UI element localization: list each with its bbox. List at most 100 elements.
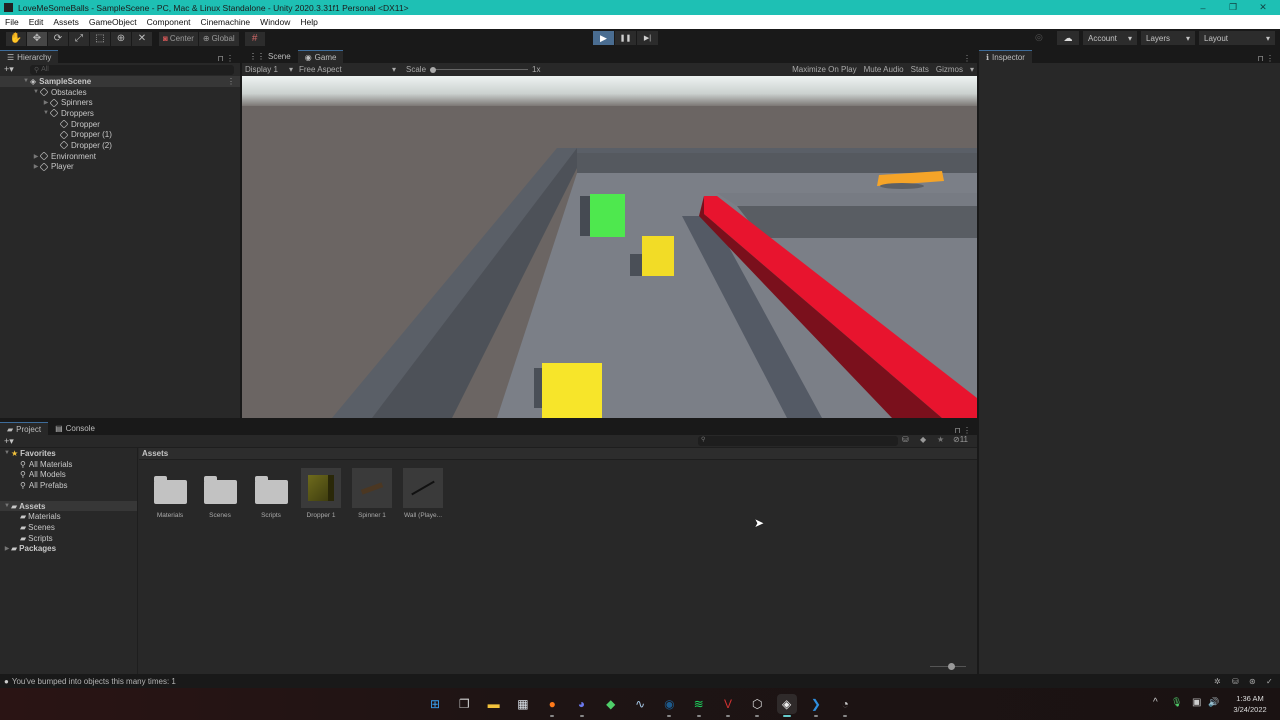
lock-icon[interactable]: ⊓ ⋮ — [955, 426, 971, 435]
hierarchy-item[interactable]: Dropper (2) — [0, 140, 240, 151]
microsoft-store-icon[interactable]: ▦ — [513, 694, 533, 714]
discord-icon[interactable]: ◕ — [572, 694, 592, 717]
microphone-icon[interactable]: 🎙 — [1171, 697, 1182, 708]
scale-tool-icon[interactable]: ⤢ — [69, 31, 89, 46]
hierarchy-search-input[interactable]: ⚲ All — [30, 64, 234, 75]
aspect-dropdown[interactable]: Free Aspect ▾ — [296, 65, 400, 74]
voicemeeter-icon[interactable]: V — [718, 694, 738, 717]
play-button[interactable]: ▶ — [593, 31, 614, 45]
custom-tool-icon[interactable]: ✕ — [132, 31, 152, 46]
folder-row[interactable]: ▰ Scenes — [0, 522, 137, 533]
maximize-button[interactable]: ❐ — [1218, 0, 1248, 15]
stats-toggle[interactable]: Stats — [911, 65, 929, 74]
monitor-app-icon[interactable]: ∿ — [630, 694, 650, 714]
app-green-icon[interactable]: ◆ — [601, 694, 621, 714]
thumbnail-size-slider[interactable] — [930, 663, 966, 670]
maximize-on-play-toggle[interactable]: Maximize On Play — [792, 65, 856, 74]
task-view-icon[interactable]: ❐ — [454, 694, 474, 714]
system-clock[interactable]: 1:36 AM 3/24/2022 — [1226, 693, 1274, 715]
hierarchy-item[interactable]: ▶ Environment — [0, 151, 240, 162]
steam-icon[interactable]: ◉ — [659, 694, 679, 717]
favorite-star-icon[interactable]: ★ — [937, 435, 944, 444]
close-button[interactable]: ✕ — [1248, 0, 1278, 15]
cloud-icon[interactable]: ☁ — [1057, 31, 1079, 45]
breadcrumb-assets[interactable]: Assets — [142, 449, 168, 458]
slider-handle[interactable] — [430, 66, 437, 73]
hierarchy-item[interactable]: ▼ Obstacles — [0, 87, 240, 98]
expand-arrow-icon[interactable]: ▼ — [3, 503, 11, 509]
game-viewport[interactable] — [242, 76, 977, 418]
favorite-item[interactable]: ⚲ All Models — [0, 469, 137, 480]
spotify-icon[interactable]: ≋ — [689, 694, 709, 717]
asset-item[interactable]: Dropper 1 — [300, 468, 342, 519]
favorites-row[interactable]: ▼ ★ Favorites — [0, 448, 137, 459]
tab-scene[interactable]: ⋮⋮ Scene — [242, 50, 298, 63]
filter-by-label-icon[interactable]: ◆ — [920, 435, 926, 444]
move-tool-icon[interactable]: ✥ — [27, 31, 47, 46]
scene-menu-icon[interactable]: ⋮ — [227, 77, 235, 86]
start-icon[interactable]: ⊞ — [425, 694, 445, 714]
favorite-item[interactable]: ⚲ All Materials — [0, 459, 137, 470]
auto-generate-lighting-icon[interactable]: ⊛ — [1249, 677, 1256, 686]
create-dropdown[interactable]: +▾ — [4, 64, 30, 75]
folder-row[interactable]: ▰ Materials — [0, 511, 137, 522]
tray-chevron-icon[interactable]: ^ — [1153, 697, 1158, 708]
menu-help[interactable]: Help — [295, 17, 322, 27]
lock-icon[interactable]: ⊓ ⋮ — [218, 54, 234, 63]
packages-row[interactable]: ▶ ▰ Packages — [0, 544, 137, 555]
tab-project[interactable]: ▰ Project — [0, 422, 49, 435]
asset-item[interactable]: Spinner 1 — [351, 468, 393, 519]
asset-item[interactable]: Scripts — [250, 468, 292, 519]
menu-edit[interactable]: Edit — [24, 17, 49, 27]
hierarchy-item[interactable]: Dropper (1) — [0, 129, 240, 140]
layers-dropdown[interactable]: Layers ▾ — [1141, 31, 1195, 45]
transform-tool-icon[interactable]: ⊕ — [111, 31, 131, 46]
hand-tool-icon[interactable]: ✋ — [6, 31, 26, 46]
menu-window[interactable]: Window — [255, 17, 295, 27]
create-dropdown[interactable]: +▾ — [4, 436, 14, 447]
folder-row[interactable]: ▰ Scripts — [0, 533, 137, 544]
status-message[interactable]: You've bumped into objects this many tim… — [12, 677, 176, 686]
check-icon[interactable]: ✓ — [1266, 677, 1273, 686]
tab-inspector[interactable]: ℹ Inspector — [979, 50, 1032, 63]
chevron-down-icon[interactable]: ▾ — [970, 65, 974, 74]
file-explorer-icon[interactable]: ▬ — [484, 694, 504, 714]
grid-snap-icon[interactable]: # — [244, 31, 265, 46]
unity-editor-icon[interactable]: ◈ — [776, 694, 797, 717]
lock-icon[interactable]: ⊓ ⋮ — [1258, 54, 1274, 63]
slider-handle[interactable] — [948, 663, 955, 670]
pivot-mode-button[interactable]: ◙ Center — [159, 31, 198, 46]
pause-button[interactable]: ❚❚ — [615, 31, 636, 45]
expand-arrow-icon[interactable]: ▼ — [22, 78, 30, 84]
scene-row[interactable]: ▼ ◈ SampleScene ⋮ — [0, 76, 240, 87]
expand-arrow-icon[interactable]: ▶ — [3, 545, 11, 552]
menu-component[interactable]: Component — [142, 17, 196, 27]
rotate-tool-icon[interactable]: ⟳ — [48, 31, 68, 46]
network-icon[interactable]: ▣ — [1192, 697, 1201, 708]
asset-item[interactable]: Materials — [149, 468, 191, 519]
firefox-icon[interactable]: ● — [542, 694, 562, 717]
panel-menu-icon[interactable]: ⋮ — [963, 54, 971, 63]
asset-item[interactable]: Wall (Playe... — [402, 468, 444, 519]
hierarchy-item[interactable]: ▶ Spinners — [0, 97, 240, 108]
hidden-packages-toggle[interactable]: ⊘11 — [953, 435, 968, 444]
volume-icon[interactable]: 🔊 — [1208, 697, 1219, 708]
hierarchy-item[interactable]: Dropper — [0, 119, 240, 130]
menu-assets[interactable]: Assets — [48, 17, 84, 27]
tab-console[interactable]: ▤ Console — [48, 422, 102, 435]
asset-item[interactable]: Scenes — [199, 468, 241, 519]
minimize-button[interactable]: – — [1188, 0, 1218, 15]
mute-audio-toggle[interactable]: Mute Audio — [864, 65, 904, 74]
gizmos-dropdown[interactable]: Gizmos — [936, 65, 963, 74]
collab-icon[interactable]: ◎ — [1035, 32, 1043, 43]
layout-dropdown[interactable]: Layout ▾ — [1199, 31, 1275, 45]
account-dropdown[interactable]: Account ▾ — [1083, 31, 1137, 45]
tab-hierarchy[interactable]: ☰ Hierarchy — [0, 50, 59, 63]
hierarchy-item[interactable]: ▼ Droppers — [0, 108, 240, 119]
menu-file[interactable]: File — [0, 17, 24, 27]
expand-arrow-icon[interactable]: ▼ — [3, 450, 11, 456]
obs-icon[interactable]: ◔ — [835, 694, 855, 717]
pivot-space-button[interactable]: ⊕ Global — [198, 31, 239, 46]
menu-cinemachine[interactable]: Cinemachine — [196, 17, 256, 27]
rect-tool-icon[interactable]: ⬚ — [90, 31, 110, 46]
